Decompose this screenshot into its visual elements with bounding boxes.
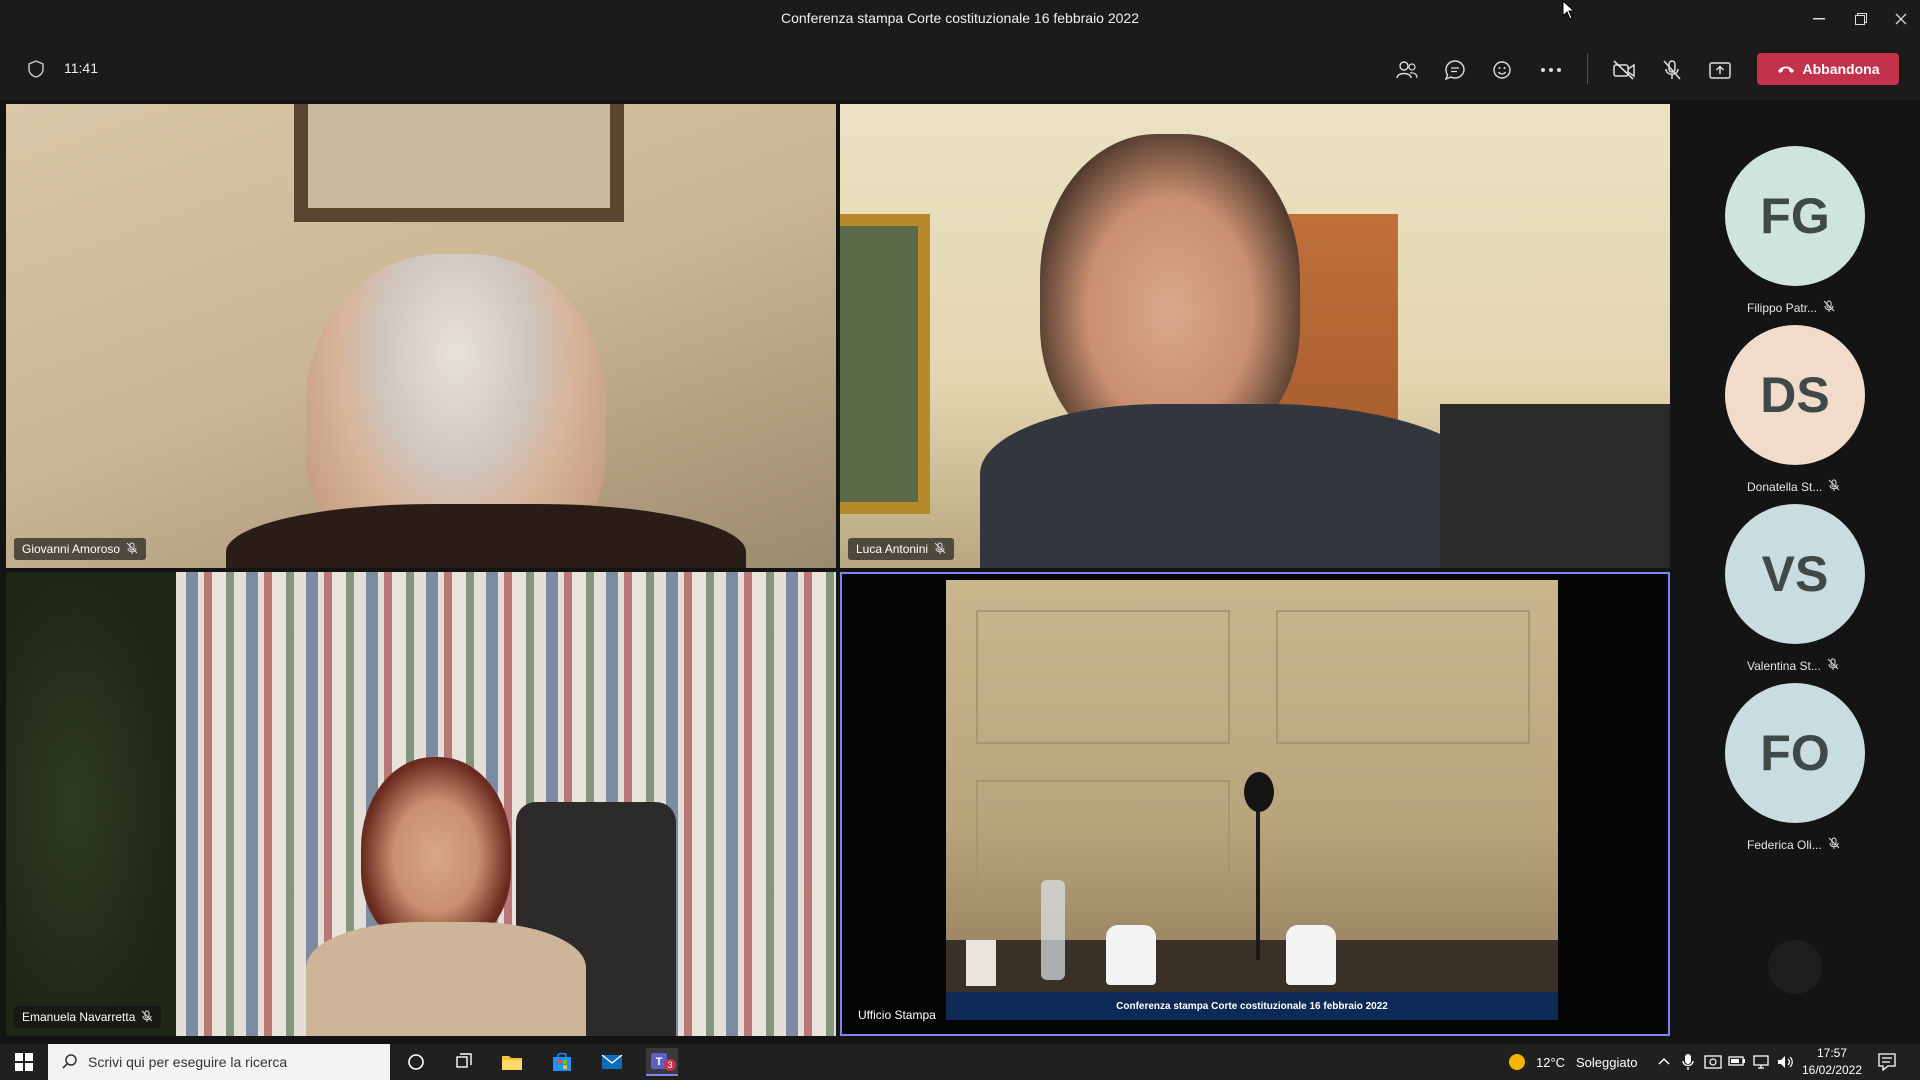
close-icon[interactable]	[1886, 6, 1916, 32]
wall-panel	[1276, 610, 1530, 744]
mic-off-icon	[141, 1010, 153, 1025]
mic-off-icon	[1828, 479, 1840, 494]
network-icon[interactable]	[1752, 1054, 1770, 1075]
window-title: Conferenza stampa Corte costituzionale 1…	[781, 10, 1139, 26]
participant-name: Filippo Patr...	[1747, 300, 1818, 315]
wall-painting	[294, 104, 624, 222]
participant-sidebar: FG Filippo Patr... DS Donatella St... VS…	[1672, 100, 1920, 1034]
shield-icon	[28, 60, 44, 83]
chevron-up-icon[interactable]	[1658, 1055, 1670, 1073]
video-tile[interactable]: Giovanni Amoroso	[6, 104, 836, 568]
file-explorer-icon[interactable]	[496, 1048, 528, 1076]
plant	[6, 572, 176, 1036]
toolbar-divider	[1587, 54, 1588, 84]
participant-name: Valentina St...	[1747, 658, 1821, 673]
video-tile-active[interactable]: Conferenza stampa Corte costituzionale 1…	[840, 572, 1670, 1036]
minimize-icon[interactable]	[1804, 6, 1834, 32]
participant-name: Federica Oli...	[1747, 837, 1822, 852]
participant-name: Luca Antonini	[856, 542, 929, 556]
search-icon	[62, 1053, 78, 1072]
sidebar-participant-name: Filippo Patr...	[1747, 300, 1835, 315]
chair	[1440, 404, 1670, 568]
meeting-timer: 11:41	[64, 60, 98, 76]
reactions-icon[interactable]	[1488, 55, 1518, 85]
battery-icon[interactable]	[1728, 1054, 1746, 1073]
sidebar-participant-name: Federica Oli...	[1747, 837, 1840, 852]
participant-shoulders	[226, 504, 746, 568]
microphone-icon[interactable]	[1682, 1053, 1694, 1076]
mic-off-icon	[934, 542, 946, 557]
teams-icon[interactable]: T 3	[646, 1048, 678, 1076]
microphone	[1244, 772, 1274, 812]
taskbar-date[interactable]: 16/02/2022	[1800, 1063, 1864, 1077]
more-icon[interactable]	[1536, 55, 1566, 85]
cortana-icon[interactable]	[400, 1048, 432, 1076]
leave-button[interactable]: Abbandona	[1757, 53, 1899, 85]
avatar[interactable]: DS	[1725, 325, 1865, 465]
notifications-icon[interactable]	[1878, 1053, 1896, 1076]
wall-panel	[976, 780, 1230, 904]
microphone-stand	[1256, 790, 1260, 960]
speaker	[1106, 925, 1156, 985]
participant-name-tag: Emanuela Navarretta	[14, 1006, 162, 1028]
sidebar-participant-name: Donatella St...	[1747, 479, 1840, 494]
wall-painting	[840, 214, 930, 514]
mic-off-icon	[1823, 300, 1835, 315]
store-icon[interactable]	[546, 1048, 578, 1076]
leave-label: Abbandona	[1802, 61, 1880, 77]
video-tile[interactable]: Luca Antonini	[840, 104, 1670, 568]
stream-caption: Conferenza stampa Corte costituzionale 1…	[946, 992, 1558, 1020]
mic-off-icon	[1827, 658, 1839, 673]
sidebar-participant-name: Valentina St...	[1747, 658, 1839, 673]
participant-name: Donatella St...	[1747, 479, 1823, 494]
mic-off-icon[interactable]	[1657, 55, 1687, 85]
mic-off-icon	[126, 542, 138, 557]
cup	[966, 940, 996, 986]
notification-badge: 3	[664, 1059, 676, 1071]
camera-off-icon[interactable]	[1609, 55, 1639, 85]
water-bottle	[1041, 880, 1065, 980]
participant-shoulders	[980, 404, 1500, 568]
restore-icon[interactable]	[1846, 6, 1876, 32]
participant-name: Giovanni Amoroso	[22, 542, 121, 556]
weather-sun-icon[interactable]	[1508, 1053, 1526, 1076]
avatar[interactable]: VS	[1725, 504, 1865, 644]
participant-video	[361, 757, 511, 947]
share-icon[interactable]	[1705, 55, 1735, 85]
mouse-cursor-icon	[1562, 0, 1576, 25]
participant-name-tag: Luca Antonini	[848, 538, 955, 560]
participant-name: Emanuela Navarretta	[22, 1010, 136, 1024]
press-room-video: Conferenza stampa Corte costituzionale 1…	[946, 580, 1558, 1020]
task-view-icon[interactable]	[448, 1048, 480, 1076]
participant-name-tag: Giovanni Amoroso	[14, 538, 147, 560]
participant-name-tag: Ufficio Stampa	[850, 1004, 944, 1026]
avatar[interactable]: FO	[1725, 683, 1865, 823]
mail-icon[interactable]	[596, 1048, 628, 1076]
volume-icon[interactable]	[1776, 1054, 1794, 1075]
video-tile[interactable]: Emanuela Navarretta	[6, 572, 836, 1036]
overflow-indicator[interactable]	[1768, 940, 1822, 994]
meet-now-icon[interactable]	[1704, 1054, 1722, 1075]
meeting-toolbar: 11:41 Abbandona	[0, 38, 1920, 100]
title-bar: Conferenza stampa Corte costituzionale 1…	[0, 0, 1920, 38]
participant-name: Ufficio Stampa	[858, 1008, 936, 1022]
people-icon[interactable]	[1392, 55, 1422, 85]
hang-up-icon	[1777, 61, 1795, 77]
taskbar-time[interactable]: 17:57	[1804, 1046, 1860, 1060]
windows-taskbar: Scrivi qui per eseguire la ricerca T 3 1…	[0, 1044, 1920, 1080]
wall-panel	[976, 610, 1230, 744]
speaker	[1286, 925, 1336, 985]
chat-icon[interactable]	[1440, 55, 1470, 85]
mic-off-icon	[1828, 837, 1840, 852]
avatar[interactable]: FG	[1725, 146, 1865, 286]
svg-text:T: T	[656, 1056, 663, 1068]
taskbar-search-box[interactable]: Scrivi qui per eseguire la ricerca	[48, 1044, 390, 1080]
search-placeholder: Scrivi qui per eseguire la ricerca	[88, 1054, 288, 1070]
participant-shoulders	[306, 922, 586, 1036]
weather-temperature[interactable]: 12°C	[1536, 1055, 1565, 1070]
windows-start-icon[interactable]	[8, 1048, 40, 1076]
weather-description[interactable]: Soleggiato	[1576, 1055, 1637, 1070]
